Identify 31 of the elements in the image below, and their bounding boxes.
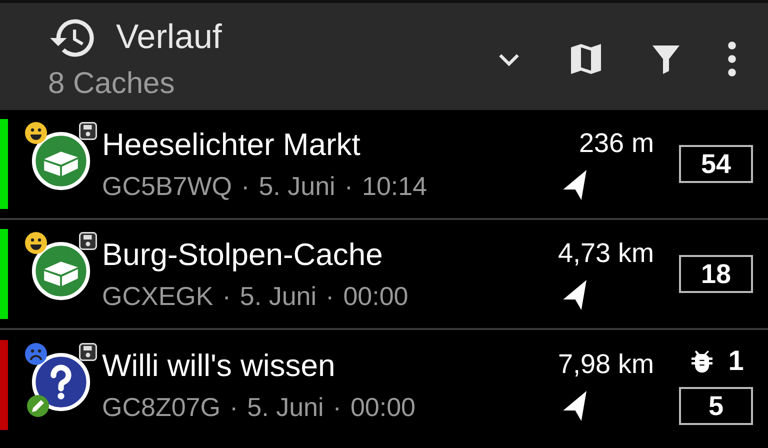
favorite-count: 18 — [679, 255, 753, 293]
cache-name: Willi will's wissen — [102, 348, 336, 384]
cache-code: GC8Z07G — [102, 392, 220, 422]
visit-time: 00:00 — [350, 392, 416, 422]
visit-time: 10:14 — [362, 170, 428, 202]
separator-dot: · — [241, 170, 250, 202]
distance-text: 236 m — [578, 128, 654, 158]
cache-code: GC5B7WQ — [102, 170, 232, 202]
distance-text: 4,73 km — [558, 238, 654, 268]
visit-date: 5. Juni — [258, 170, 336, 202]
favorite-count: 54 — [679, 145, 753, 183]
cache-row[interactable]: Burg-Stolpen-Cache GCXEGK · 5. Juni · 00:00 4,73 km 18 — [0, 220, 768, 330]
cache-row[interactable]: Heeselichter Markt GC5B7WQ · 5. Juni · 10:14 236 m 54 — [0, 110, 768, 220]
separator-dot: · — [222, 280, 231, 312]
more-options-icon[interactable] — [726, 40, 738, 76]
cache-name: Burg-Stolpen-Cache — [102, 236, 383, 272]
favorite-count: 5 — [679, 387, 753, 425]
separator-dot: · — [332, 392, 342, 422]
cache-count: 8 Caches — [48, 66, 176, 100]
visit-time: 00:00 — [343, 280, 408, 312]
visit-date: 5. Juni — [247, 392, 324, 422]
trackable-count: 1 — [728, 345, 744, 377]
screen-title: Verlauf — [116, 18, 222, 57]
separator-dot: · — [326, 280, 334, 312]
cache-code: GCXEGK — [102, 280, 214, 312]
visit-date: 5. Juni — [240, 280, 317, 312]
cache-row[interactable]: Willi will's wissen GC8Z07G · 5. Juni · 00:00 7,98 km 1 5 — [0, 330, 768, 440]
distance-text: 7,98 km — [558, 348, 654, 380]
separator-dot: · — [230, 392, 238, 422]
separator-dot: · — [344, 170, 353, 202]
cache-name: Heeselichter Markt — [102, 126, 360, 162]
